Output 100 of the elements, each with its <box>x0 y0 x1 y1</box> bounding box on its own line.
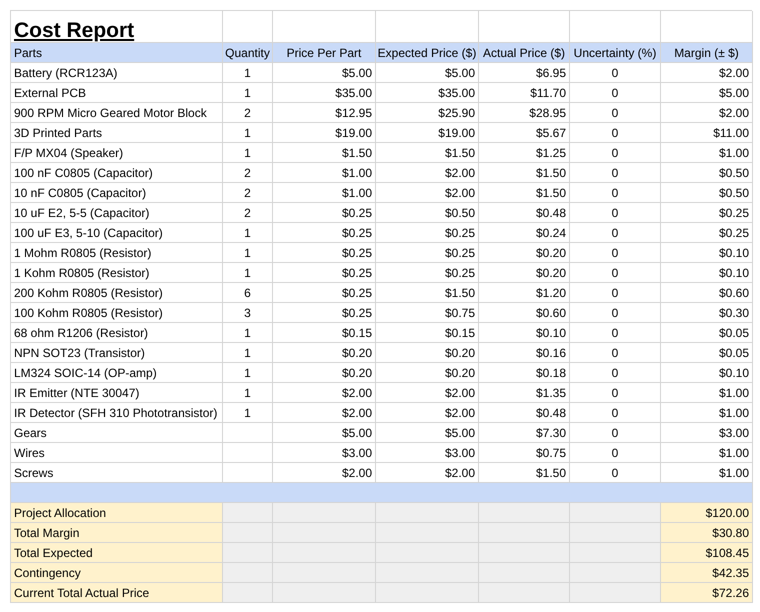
table-cell: 0 <box>612 366 618 378</box>
table-cell: $1.00 <box>718 466 749 478</box>
table-cell: $2.00 <box>444 406 475 418</box>
table-cell: $2.00 <box>342 386 372 398</box>
table-cell: $0.30 <box>718 306 749 318</box>
table-cell: $2.00 <box>342 406 372 418</box>
table-cell: Total Expected <box>14 546 93 558</box>
table-cell: $3.00 <box>444 446 475 458</box>
table-cell: $1.50 <box>444 146 475 158</box>
table-cell: $0.48 <box>536 206 566 218</box>
table-cell: $0.25 <box>718 206 749 218</box>
table-cell: $2.00 <box>444 186 475 198</box>
table-cell: 10 nF C0805 (Capacitor) <box>14 186 146 198</box>
table-cell: 1 <box>244 66 251 78</box>
table-cell: 0 <box>612 206 618 218</box>
table-cell: 0 <box>612 306 618 318</box>
table-cell: $0.05 <box>718 346 749 358</box>
table-cell: 1 <box>244 146 251 158</box>
table-cell: $108.45 <box>706 546 749 558</box>
column-header: Expected Price ($) <box>378 46 476 58</box>
table-cell: $0.25 <box>444 246 475 258</box>
table-cell: $0.10 <box>536 326 566 338</box>
table-cell: $35.00 <box>335 86 372 98</box>
table-cell: $35.00 <box>438 86 475 98</box>
table-cell: $0.50 <box>444 206 475 218</box>
column-header: Uncertainty (%) <box>574 46 656 58</box>
table-cell: 1 <box>244 226 251 238</box>
table-cell: $1.50 <box>536 166 566 178</box>
table-cell: 900 RPM Micro Geared Motor Block <box>14 106 207 118</box>
table-cell: $120.00 <box>706 506 749 518</box>
table-cell: Battery (RCR123A) <box>14 66 118 78</box>
table-cell: NPN SOT23 (Transistor) <box>14 346 145 358</box>
table-cell: $3.00 <box>718 426 749 438</box>
table-cell: $0.25 <box>342 266 372 278</box>
table-cell: 2 <box>244 106 251 118</box>
table-cell: 68 ohm R1206 (Resistor) <box>14 326 148 338</box>
table-cell: $19.00 <box>335 126 372 138</box>
table-cell: 1 <box>244 326 251 338</box>
table-cell: 1 <box>244 266 251 278</box>
table-cell: $0.16 <box>536 346 566 358</box>
table-cell: $2.00 <box>444 166 475 178</box>
table-cell: $2.00 <box>444 386 475 398</box>
table-cell: $0.24 <box>536 226 566 238</box>
table-cell: $0.15 <box>444 326 475 338</box>
column-header: Margin (± $) <box>674 46 739 58</box>
table-cell: $0.25 <box>342 226 372 238</box>
table-cell: 0 <box>612 246 618 258</box>
table-cell: 0 <box>612 66 618 78</box>
table-cell: $1.50 <box>342 146 372 158</box>
column-header: Parts <box>14 46 42 58</box>
table-cell: $0.10 <box>718 246 749 258</box>
column-header: Actual Price ($) <box>482 46 566 58</box>
table-cell: 0 <box>612 146 618 158</box>
table-cell: $0.15 <box>342 326 372 338</box>
table-cell: External PCB <box>14 86 86 98</box>
table-cell: 0 <box>612 126 618 138</box>
table-cell: $0.20 <box>536 246 566 258</box>
table-cell: $30.80 <box>712 526 749 538</box>
table-cell: $0.20 <box>342 346 372 358</box>
table-cell: $5.00 <box>342 66 372 78</box>
table-cell: 1 <box>244 246 251 258</box>
table-cell: $2.00 <box>444 466 475 478</box>
table-cell: $1.35 <box>536 386 566 398</box>
table-cell: $6.95 <box>536 66 566 78</box>
table-cell: $5.67 <box>536 126 566 138</box>
table-cell: $25.90 <box>438 106 475 118</box>
table-cell: $0.20 <box>444 346 475 358</box>
table-cell: $11.70 <box>530 86 566 98</box>
table-cell: $5.00 <box>342 426 372 438</box>
table-cell: Contingency <box>14 566 81 578</box>
table-cell: $0.10 <box>718 366 749 378</box>
table-cell: Project Allocation <box>14 506 106 518</box>
table-cell: 1 Kohm R0805 (Resistor) <box>14 266 150 278</box>
table-cell: 1 <box>244 406 251 418</box>
table-cell: 0 <box>612 426 618 438</box>
table-cell: 2 <box>244 186 251 198</box>
table-cell: $1.00 <box>718 146 749 158</box>
table-cell: $1.00 <box>718 446 749 458</box>
table-cell: 1 <box>244 126 251 138</box>
table-cell: 2 <box>244 206 251 218</box>
table-cell: $1.00 <box>342 186 372 198</box>
table-cell: 0 <box>612 266 618 278</box>
table-cell: $0.20 <box>444 366 475 378</box>
table-cell: Wires <box>14 446 45 458</box>
table-cell: $0.25 <box>342 286 372 298</box>
table-cell: 0 <box>612 326 618 338</box>
table-cell: $0.20 <box>536 266 566 278</box>
table-cell: 6 <box>244 286 251 298</box>
report-title: Cost Report <box>14 20 134 41</box>
table-cell: 0 <box>612 406 618 418</box>
table-cell: $5.00 <box>444 66 475 78</box>
table-cell: $3.00 <box>342 446 372 458</box>
table-cell: 0 <box>612 446 618 458</box>
table-cell: $0.18 <box>536 366 566 378</box>
table-cell: $0.75 <box>536 446 566 458</box>
table-cell: $1.50 <box>536 466 566 478</box>
table-cell: 100 Kohm R0805 (Resistor) <box>14 306 163 318</box>
table-cell: $0.25 <box>342 206 372 218</box>
table-cell: $0.60 <box>718 286 749 298</box>
table-cell: 0 <box>612 106 618 118</box>
